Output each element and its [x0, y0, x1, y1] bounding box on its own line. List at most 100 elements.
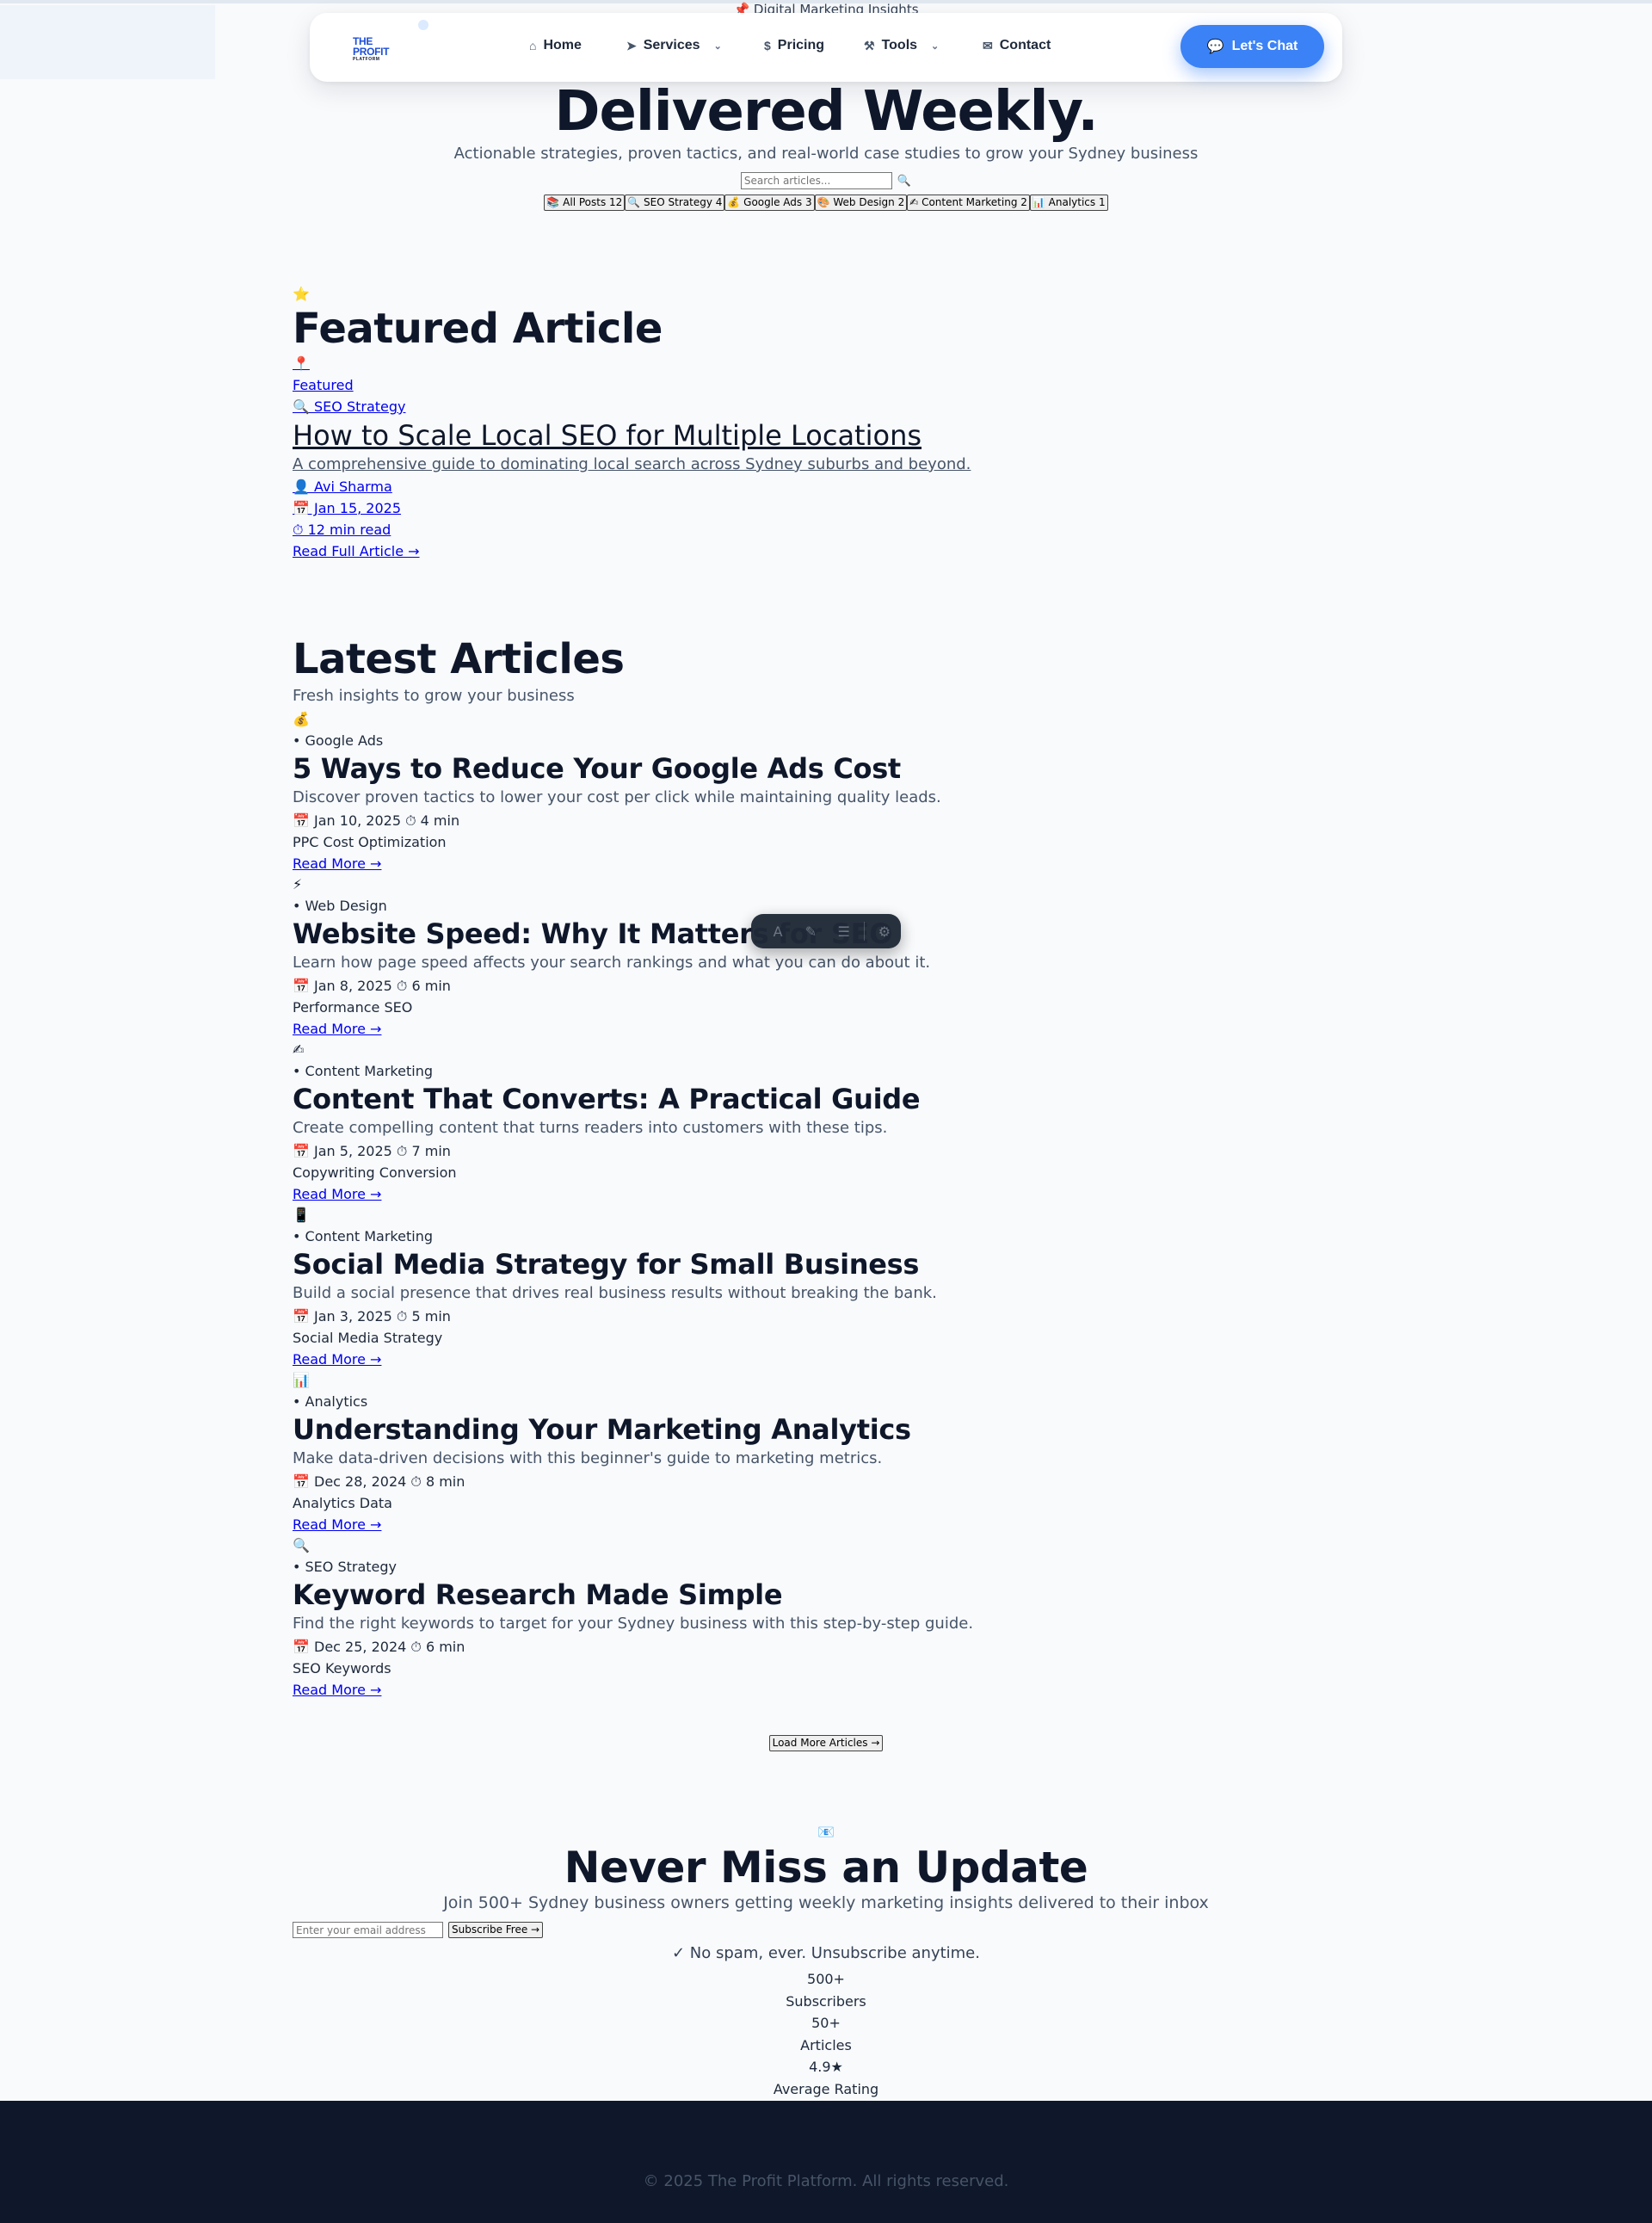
category-filters: 📚 All Posts 12 🔍 SEO Strategy 4 💰 Google… [0, 195, 1652, 211]
article-category: • Analytics [293, 1393, 368, 1410]
featured-author[interactable]: 👤 Avi Sharma [293, 476, 1359, 497]
latest-heading: Latest Articles [293, 635, 625, 683]
article-meta: 📅 Jan 5, 2025 ⏱ 7 min [293, 1143, 451, 1159]
nav-contact-label: Contact [999, 38, 1051, 52]
article-category: • SEO Strategy [293, 1559, 398, 1575]
filter-content-marketing[interactable]: ✍ Content Marketing 2 [907, 195, 1030, 211]
featured-read-time[interactable]: ⏱ 12 min read [293, 519, 1359, 540]
lets-chat-button[interactable]: 💬 Let's Chat [1180, 25, 1324, 68]
article-title: Social Media Strategy for Small Business [293, 1248, 920, 1281]
envelope-icon: 📧 [817, 1824, 835, 1840]
footer-copyright: © 2025 The Profit Platform. All rights r… [643, 2172, 1009, 2190]
filter-google-ads[interactable]: 💰 Google Ads 3 [724, 195, 815, 211]
article-card: 📱 • Content Marketing Social Media Strat… [293, 1205, 1359, 1370]
featured-title[interactable]: How to Scale Local SEO for Multiple Loca… [293, 417, 1359, 454]
read-more-link[interactable]: Read More → [293, 1183, 1359, 1205]
stat-label: Articles [800, 2036, 852, 2053]
filter-all-posts[interactable]: 📚 All Posts 12 [544, 195, 626, 211]
read-full-article-link[interactable]: Read Full Article → [293, 540, 1359, 562]
nav-pricing-label: Pricing [777, 38, 825, 52]
nav-services-label: Services [643, 38, 700, 52]
stat-label: Average Rating [773, 2080, 879, 2097]
brush-icon[interactable]: ✎ [794, 914, 827, 948]
envelope-icon: ✉ [983, 38, 993, 52]
latest-subheading: Fresh insights to grow your business [293, 687, 575, 705]
article-tags: PPC Cost Optimization [293, 834, 447, 850]
article-card: ⚡ • Web Design Website Speed: Why It Mat… [293, 874, 1359, 1040]
nav-tools-label: Tools [881, 38, 918, 52]
featured-badge[interactable]: Featured [293, 374, 1359, 396]
read-more-link[interactable]: Read More → [293, 1018, 1359, 1040]
list-search-icon[interactable]: ☰ [828, 914, 860, 948]
article-meta: 📅 Jan 10, 2025 ⏱ 4 min [293, 812, 460, 829]
article-excerpt: Build a social presence that drives real… [293, 1284, 937, 1302]
filter-seo-strategy[interactable]: 🔍 SEO Strategy 4 [625, 195, 725, 211]
article-title: Understanding Your Marketing Analytics [293, 1413, 911, 1446]
stat-value: 50+ [811, 2015, 841, 2032]
article-title: Content That Converts: A Practical Guide [293, 1083, 921, 1115]
article-card: 📊 • Analytics Understanding Your Marketi… [293, 1370, 1359, 1535]
nav-home-label: Home [543, 38, 582, 52]
settings-icon[interactable]: ⚙ [868, 914, 901, 948]
nav-pricing[interactable]: $ Pricing [764, 38, 824, 53]
featured-date[interactable]: 📅 Jan 15, 2025 [293, 497, 1359, 519]
chevron-down-icon: ⌄ [713, 40, 722, 52]
read-more-link[interactable]: Read More → [293, 1514, 1359, 1535]
article-tags: SEO Keywords [293, 1660, 391, 1677]
article-excerpt: Create compelling content that turns rea… [293, 1119, 888, 1137]
stat-value: 4.9★ [809, 2059, 843, 2076]
search-icon[interactable]: 🔍 [897, 175, 911, 188]
article-tags: Analytics Data [293, 1495, 392, 1511]
email-field[interactable] [293, 1922, 443, 1938]
featured-image-link[interactable]: 📍 [293, 353, 1359, 374]
stat-value: 500+ [807, 1971, 845, 1987]
newsletter-heading: Never Miss an Update [564, 1843, 1088, 1893]
article-meta: 📅 Dec 25, 2024 ⏱ 6 min [293, 1639, 465, 1655]
article-meta: 📅 Dec 28, 2024 ⏱ 8 min [293, 1473, 465, 1490]
magnifier-icon: 🔍 [293, 1537, 310, 1553]
writing-hand-icon: ✍ [293, 1041, 305, 1058]
article-excerpt: Learn how page speed affects your search… [293, 954, 931, 972]
toolbar-divider [863, 922, 865, 941]
article-card: 🔍 • SEO Strategy Keyword Research Made S… [293, 1535, 1359, 1701]
featured-heading: Featured Article [293, 305, 663, 353]
nav-tools[interactable]: ⚒ Tools ⌄ [864, 38, 939, 53]
phone-icon: 📱 [293, 1207, 310, 1223]
featured-section: ⭐ Featured Article 📍 Featured 🔍 SEO Stra… [293, 284, 1359, 562]
floating-toolbar: A ✎ ☰ ⚙ [751, 914, 901, 948]
article-excerpt: Discover proven tactics to lower your co… [293, 788, 941, 806]
subscribe-button[interactable]: Subscribe Free → [448, 1922, 544, 1938]
lets-chat-label: Let's Chat [1231, 39, 1298, 53]
bar-chart-icon: 📊 [293, 1372, 310, 1388]
latest-section: Latest Articles Fresh insights to grow y… [293, 635, 1359, 1701]
featured-excerpt[interactable]: A comprehensive guide to dominating loca… [293, 454, 1359, 476]
nav-services[interactable]: ➤ Services ⌄ [626, 38, 722, 53]
article-excerpt: Find the right keywords to target for yo… [293, 1615, 974, 1633]
hero-title: Delivered Weekly. [554, 80, 1098, 144]
article-card: ✍ • Content Marketing Content That Conve… [293, 1040, 1359, 1205]
search-bar: 🔍 [0, 172, 1652, 189]
newsletter-subheading: Join 500+ Sydney business owners getting… [443, 1893, 1209, 1912]
filter-analytics[interactable]: 📊 Analytics 1 [1029, 195, 1108, 211]
load-more-button[interactable]: Load More Articles → [768, 1735, 884, 1751]
read-more-link[interactable]: Read More → [293, 853, 1359, 874]
navbar: THE PROFIT PLATFORM ⌂ Home ➤ Services ⌄ … [310, 13, 1342, 82]
text-style-icon[interactable]: A [761, 914, 794, 948]
read-more-link[interactable]: Read More → [293, 1349, 1359, 1370]
article-tags: Performance SEO [293, 999, 413, 1016]
tools-icon: ⚒ [864, 38, 875, 52]
nav-contact[interactable]: ✉ Contact [983, 38, 1051, 53]
article-meta: 📅 Jan 8, 2025 ⏱ 6 min [293, 978, 451, 994]
featured-category[interactable]: 🔍 SEO Strategy [293, 396, 1359, 417]
article-meta: 📅 Jan 3, 2025 ⏱ 5 min [293, 1308, 451, 1325]
article-title: 5 Ways to Reduce Your Google Ads Cost [293, 752, 901, 785]
load-more-row: Load More Articles → [0, 1735, 1652, 1751]
hero-subtitle: Actionable strategies, proven tactics, a… [453, 145, 1199, 163]
article-category: • Content Marketing [293, 1063, 433, 1079]
read-more-link[interactable]: Read More → [293, 1679, 1359, 1701]
chevron-down-icon: ⌄ [931, 40, 940, 52]
filter-web-design[interactable]: 🎨 Web Design 2 [814, 195, 908, 211]
article-tags: Social Media Strategy [293, 1330, 443, 1346]
search-input[interactable] [740, 172, 892, 189]
nav-home[interactable]: ⌂ Home [529, 38, 582, 53]
